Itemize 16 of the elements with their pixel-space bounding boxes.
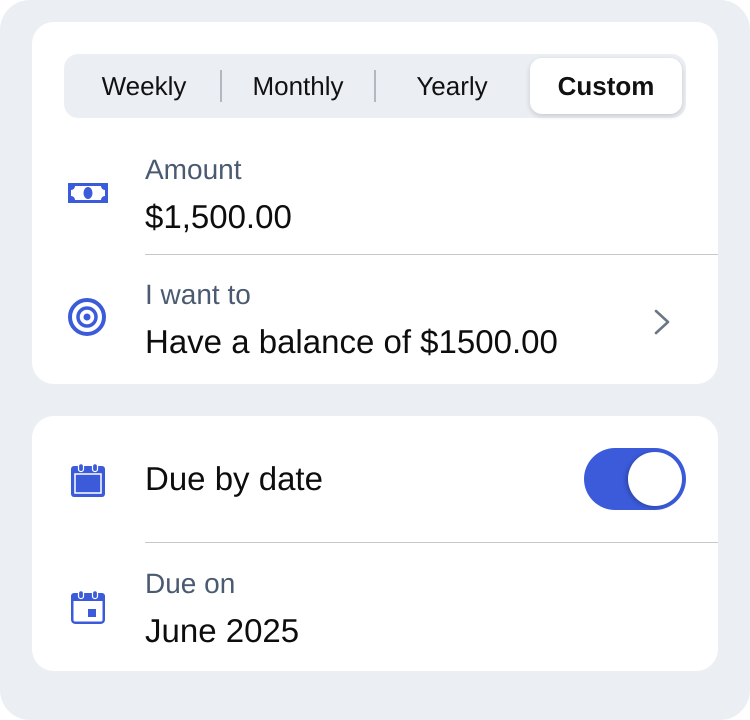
- field-label: Amount: [145, 153, 242, 187]
- calendar-day-icon: [71, 590, 105, 624]
- segment-tab[interactable]: Yearly: [376, 58, 528, 114]
- field-value: $1,500.00: [145, 197, 292, 237]
- segment-tab[interactable]: Custom: [530, 58, 682, 114]
- banknote-icon: [68, 182, 108, 202]
- chevron-icon[interactable]: [654, 309, 670, 335]
- field-value: Have a balance of $1500.00: [145, 322, 558, 362]
- toggle-label: Due by date: [145, 459, 323, 499]
- field-label: I want to: [145, 278, 251, 312]
- field-label: Due on: [145, 567, 236, 601]
- target-icon: [68, 298, 106, 336]
- segment-tab[interactable]: Weekly: [68, 58, 220, 114]
- field-value: June 2025: [145, 611, 300, 651]
- calendar-icon: [71, 462, 105, 496]
- segment-tab[interactable]: Monthly: [222, 58, 374, 114]
